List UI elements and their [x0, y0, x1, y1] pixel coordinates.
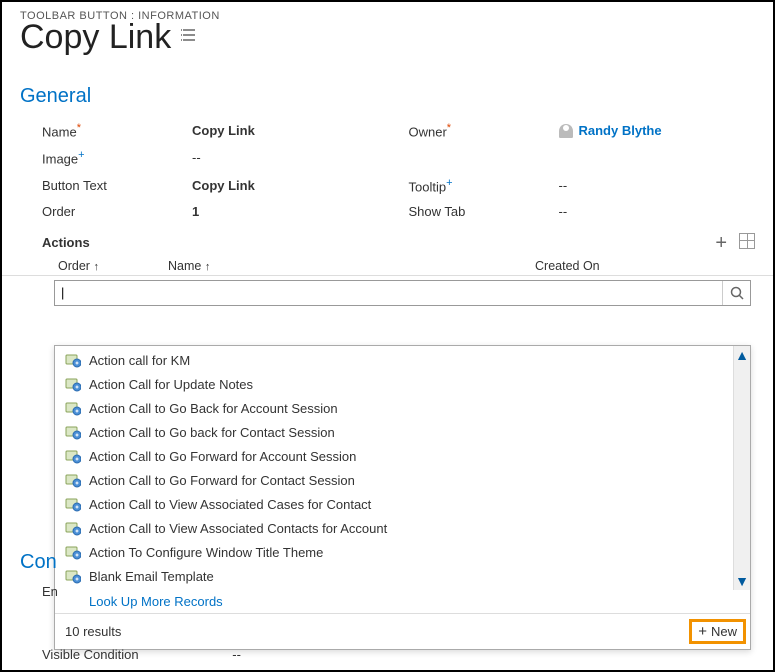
lookup-item-label: Action Call to Go Forward for Contact Se…	[89, 473, 355, 488]
lookup-item[interactable]: Action call for KM	[55, 348, 733, 372]
lookup-item[interactable]: Action Call for Update Notes	[55, 372, 733, 396]
lookup-item-label: Action call for KM	[89, 353, 190, 368]
label-order: Order	[42, 204, 192, 219]
lookup-new-button[interactable]: + New	[689, 619, 746, 644]
action-call-icon	[65, 400, 81, 416]
lookup-item[interactable]: Action Call to Go back for Contact Sessi…	[55, 420, 733, 444]
value-image[interactable]: --	[192, 150, 201, 165]
scroll-up-icon[interactable]: ▲	[735, 348, 749, 362]
value-button-text[interactable]: Copy Link	[192, 178, 255, 193]
grid-view-icon[interactable]	[739, 233, 755, 249]
add-action-icon[interactable]: +	[715, 233, 727, 253]
value-tooltip[interactable]: --	[559, 178, 568, 193]
lookup-item-label: Action Call to View Associated Cases for…	[89, 497, 371, 512]
search-icon[interactable]	[722, 281, 750, 305]
action-call-icon	[65, 352, 81, 368]
action-call-icon	[65, 520, 81, 536]
section-conditions-partial: Con	[20, 551, 241, 574]
label-visible-condition: Visible Condition	[42, 647, 139, 662]
value-visible-condition[interactable]: --	[232, 647, 241, 662]
col-created-on[interactable]: Created On	[535, 259, 715, 273]
label-image: Image+	[42, 149, 192, 166]
label-show-tab: Show Tab	[409, 204, 559, 219]
scrollbar[interactable]: ▲ ▼	[733, 346, 750, 590]
sort-asc-icon: ↑	[93, 261, 99, 273]
recommended-icon: +	[446, 177, 452, 189]
value-order[interactable]: 1	[192, 204, 199, 219]
lookup-item-label: Action Call to Go back for Contact Sessi…	[89, 425, 335, 440]
label-owner: Owner*	[409, 122, 559, 139]
required-icon: *	[447, 122, 451, 134]
value-owner[interactable]: Randy Blythe	[559, 123, 662, 139]
action-call-icon	[65, 424, 81, 440]
lookup-item[interactable]: Action Call to Go Forward for Account Se…	[55, 444, 733, 468]
action-call-icon	[65, 496, 81, 512]
lookup-item-label: Action Call to View Associated Contacts …	[89, 521, 387, 536]
col-name[interactable]: Name ↑	[168, 259, 535, 273]
lookup-item[interactable]: Action Call to Go Forward for Contact Se…	[55, 468, 733, 492]
section-general: General	[2, 57, 773, 116]
title-menu-icon[interactable]	[181, 28, 199, 47]
page-title: Copy Link	[20, 18, 171, 57]
value-show-tab[interactable]: --	[559, 204, 568, 219]
user-icon	[559, 124, 573, 138]
label-enable-partial: En	[42, 584, 241, 599]
value-name[interactable]: Copy Link	[192, 123, 255, 138]
sort-asc-icon: ↑	[205, 261, 211, 273]
lookup-item-label: Action Call to Go Forward for Account Se…	[89, 449, 356, 464]
action-call-icon	[65, 376, 81, 392]
lookup-item-label: Action Call for Update Notes	[89, 377, 253, 392]
actions-grid-header: Order ↑ Name ↑ Created On	[2, 257, 773, 276]
action-call-icon	[65, 472, 81, 488]
action-call-icon	[65, 448, 81, 464]
lookup-item-label: Action Call to Go Back for Account Sessi…	[89, 401, 338, 416]
lookup-item[interactable]: Action Call to View Associated Contacts …	[55, 516, 733, 540]
plus-icon: +	[698, 624, 707, 639]
scroll-down-icon[interactable]: ▼	[735, 574, 749, 588]
label-button-text: Button Text	[42, 178, 192, 193]
lookup-item[interactable]: Action Call to View Associated Cases for…	[55, 492, 733, 516]
actions-label: Actions	[42, 235, 90, 250]
col-order[interactable]: Order ↑	[58, 259, 168, 273]
recommended-icon: +	[78, 149, 84, 161]
lookup-search-input[interactable]	[55, 281, 722, 305]
label-tooltip: Tooltip+	[409, 177, 559, 194]
required-icon: *	[77, 122, 81, 134]
label-name: Name*	[42, 122, 192, 139]
lookup-item[interactable]: Action Call to Go Back for Account Sessi…	[55, 396, 733, 420]
